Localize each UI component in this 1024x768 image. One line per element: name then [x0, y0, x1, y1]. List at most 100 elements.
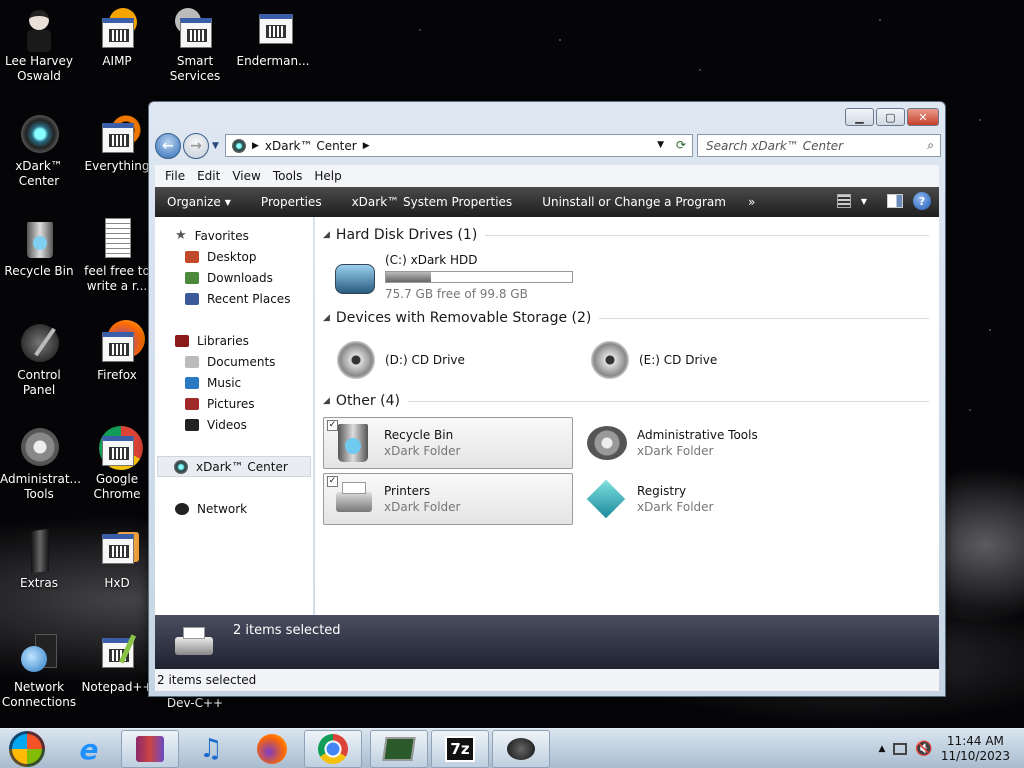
network-status-icon[interactable] — [893, 743, 908, 755]
change-view-icon[interactable] — [836, 194, 851, 208]
desktop-icon-recycle-bin[interactable]: Recycle Bin — [0, 218, 78, 279]
nav-network[interactable]: Network — [155, 498, 313, 519]
admin-tools-icon — [583, 420, 629, 466]
item-registry[interactable]: Registry xDark Folder — [577, 473, 827, 525]
maximize-button[interactable]: ▢ — [876, 108, 905, 126]
collapse-triangle-icon[interactable]: ◢ — [323, 313, 330, 323]
group-hard-disk-drives[interactable]: ◢ Hard Disk Drives (1) — [323, 227, 929, 243]
nav-music[interactable]: Music — [155, 372, 313, 393]
taskbar-7zip[interactable]: 7z — [431, 730, 489, 768]
desktop-icon-smart-services[interactable]: Smart Services — [156, 8, 234, 84]
collapse-triangle-icon[interactable]: ◢ — [323, 396, 330, 406]
system-tray: ▲ 🔇 11:44 AM 11/10/2023 — [878, 729, 1024, 768]
nav-pictures[interactable]: Pictures — [155, 393, 313, 414]
organize-button[interactable]: Organize ▼ — [155, 195, 243, 209]
firefox-icon — [95, 320, 145, 366]
desktop-icon-firefox[interactable]: Firefox — [78, 320, 156, 383]
taskbar-itunes[interactable]: ♫ — [182, 730, 240, 768]
preview-pane-icon[interactable] — [887, 194, 903, 208]
show-hidden-icons-icon[interactable]: ▲ — [878, 744, 885, 754]
forward-button[interactable]: → — [183, 133, 209, 159]
drive-c-tile[interactable]: (C:) xDark HDD 75.7 GB free of 99.8 GB — [325, 251, 585, 303]
desktop-icon-enderman[interactable]: Enderman... — [234, 8, 312, 69]
desktop-icon-xdark-center[interactable]: xDark™ Center — [0, 113, 78, 189]
taskbar-firefox[interactable] — [243, 730, 301, 768]
desktop-icon-control-panel[interactable]: Control Panel — [0, 322, 78, 398]
desktop-icon-lee-harvey-oswald[interactable]: Lee Harvey Oswald — [0, 8, 78, 84]
search-icon[interactable]: ⌕ — [927, 138, 934, 153]
nav-recent-places[interactable]: Recent Places — [155, 288, 313, 309]
breadcrumb-chevron-icon[interactable]: ▶ — [252, 141, 259, 151]
nav-libraries[interactable]: Libraries — [155, 330, 313, 351]
system-properties-button[interactable]: xDark™ System Properties — [334, 195, 525, 209]
menu-tools[interactable]: Tools — [267, 169, 309, 183]
close-button[interactable]: ✕ — [907, 108, 939, 126]
clock[interactable]: 11:44 AM 11/10/2023 — [941, 734, 1010, 764]
address-dropdown-icon[interactable]: ▼ — [657, 140, 664, 150]
recent-places-icon — [185, 292, 199, 305]
nav-videos[interactable]: Videos — [155, 414, 313, 435]
item-administrative-tools[interactable]: Administrative Tools xDark Folder — [577, 417, 827, 469]
caption-buttons: ▁ ▢ ✕ — [845, 108, 939, 126]
back-button[interactable]: ← — [155, 133, 181, 159]
help-icon[interactable]: ? — [913, 192, 931, 210]
breadcrumb-chevron-icon[interactable]: ▶ — [363, 141, 370, 151]
view-options-dropdown-icon[interactable]: ▼ — [861, 197, 867, 206]
taskbar-chrome[interactable] — [304, 730, 362, 768]
menu-edit[interactable]: Edit — [191, 169, 226, 183]
menu-file[interactable]: File — [159, 169, 191, 183]
properties-button[interactable]: Properties — [243, 195, 334, 209]
taskbar-task-manager[interactable] — [370, 730, 428, 768]
nav-xdark-center[interactable]: xDark™ Center — [157, 456, 311, 477]
item-name: Administrative Tools — [637, 428, 758, 442]
address-text[interactable]: xDark™ Center — [265, 139, 357, 153]
nav-favorites[interactable]: ★ Favorites — [155, 225, 313, 246]
uninstall-program-label: Uninstall or Change a Program — [542, 195, 726, 209]
start-button[interactable] — [0, 730, 54, 768]
refresh-icon[interactable]: ⟳ — [676, 138, 686, 152]
navigation-bar: ← → ▼ ▶ xDark™ Center ▶ ▼ ⟳ Search xDark… — [155, 132, 941, 160]
group-other[interactable]: ◢ Other (4) — [323, 393, 929, 409]
desktop-icon-google-chrome[interactable]: Google Chrome — [78, 426, 156, 502]
desktop-icon-everything[interactable]: Everything — [78, 111, 156, 174]
recycle-bin-icon — [17, 218, 61, 262]
nav-desktop[interactable]: Desktop — [155, 246, 313, 267]
desktop-icon-hxd[interactable]: HxD — [78, 530, 156, 591]
nav-downloads[interactable]: Downloads — [155, 267, 313, 288]
item-type: xDark Folder — [637, 444, 714, 458]
more-commands-button[interactable]: » — [738, 195, 767, 209]
menu-help[interactable]: Help — [308, 169, 347, 183]
explorer-window[interactable]: ▁ ▢ ✕ ← → ▼ ▶ xDark™ Center ▶ ▼ ⟳ Search… — [148, 101, 946, 697]
recent-pages-dropdown-icon[interactable]: ▼ — [212, 141, 219, 151]
search-input[interactable]: Search xDark™ Center ⌕ — [697, 134, 941, 157]
videos-folder-icon — [185, 418, 199, 431]
drive-e-tile[interactable]: (E:) CD Drive — [579, 334, 829, 386]
collapse-triangle-icon[interactable]: ◢ — [323, 230, 330, 240]
item-recycle-bin[interactable]: ✓ Recycle Bin xDark Folder — [323, 417, 573, 469]
desktop-icon-administrative-tools[interactable]: Administrat... Tools — [0, 426, 81, 502]
group-removable-storage[interactable]: ◢ Devices with Removable Storage (2) — [323, 310, 929, 326]
cd-drive-icon — [331, 335, 381, 385]
volume-muted-icon[interactable]: 🔇 — [915, 741, 932, 757]
desktop-icon-devcpp[interactable]: Dev-C++ — [156, 696, 234, 711]
taskbar-winrar[interactable] — [121, 730, 179, 768]
drive-d-tile[interactable]: (D:) CD Drive — [325, 334, 575, 386]
text-document-icon — [95, 218, 139, 262]
nav-documents[interactable]: Documents — [155, 351, 313, 372]
desktop-icon-extras[interactable]: Extras — [0, 528, 78, 591]
menu-view[interactable]: View — [226, 169, 266, 183]
desktop-icon-aimp[interactable]: AIMP — [78, 8, 156, 69]
nav-desktop-label: Desktop — [207, 249, 257, 264]
desktop-icon-network-connections[interactable]: Network Connections — [0, 634, 78, 710]
itunes-icon: ♫ — [199, 734, 223, 764]
desktop-icon-notepad-plus-plus[interactable]: Notepad++ — [78, 634, 156, 695]
taskbar-xdark[interactable] — [492, 730, 550, 768]
internet-explorer-icon: e — [79, 732, 99, 766]
desktop-icon-text-file[interactable]: feel free to write a r... — [78, 218, 156, 294]
minimize-button[interactable]: ▁ — [845, 108, 874, 126]
taskbar-internet-explorer[interactable]: e — [60, 730, 118, 768]
item-name: Registry — [637, 484, 687, 498]
uninstall-program-button[interactable]: Uninstall or Change a Program — [524, 195, 738, 209]
item-printers[interactable]: ✓ Printers xDark Folder — [323, 473, 573, 525]
address-bar[interactable]: ▶ xDark™ Center ▶ ▼ ⟳ — [225, 134, 693, 157]
